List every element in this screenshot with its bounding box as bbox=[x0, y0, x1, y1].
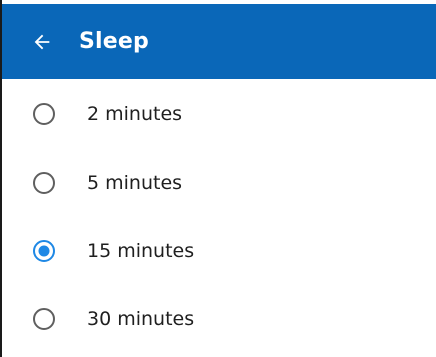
back-button[interactable] bbox=[29, 29, 55, 55]
radio-button[interactable] bbox=[32, 102, 56, 126]
option-label: 5 minutes bbox=[87, 172, 183, 194]
option-label: 15 minutes bbox=[87, 240, 195, 262]
option-label: 30 minutes bbox=[87, 308, 195, 330]
radio-unselected-icon bbox=[33, 103, 55, 125]
radio-selected-icon bbox=[33, 240, 55, 262]
option-2-minutes[interactable]: 2 minutes bbox=[2, 79, 436, 149]
sleep-options-list: 2 minutes 5 minutes 15 minutes 30 minute… bbox=[2, 79, 436, 353]
option-15-minutes[interactable]: 15 minutes bbox=[2, 217, 436, 285]
sleep-settings-screen: Sleep 2 minutes 5 minutes 15 minutes 30 … bbox=[0, 0, 436, 357]
option-30-minutes[interactable]: 30 minutes bbox=[2, 285, 436, 353]
app-header: Sleep bbox=[2, 4, 436, 79]
page-title: Sleep bbox=[79, 29, 149, 54]
radio-button[interactable] bbox=[32, 307, 56, 331]
option-label: 2 minutes bbox=[87, 103, 183, 125]
radio-unselected-icon bbox=[33, 308, 55, 330]
radio-button[interactable] bbox=[32, 239, 56, 263]
arrow-left-icon bbox=[34, 34, 50, 49]
radio-button[interactable] bbox=[32, 171, 56, 195]
option-5-minutes[interactable]: 5 minutes bbox=[2, 149, 436, 217]
radio-unselected-icon bbox=[33, 172, 55, 194]
